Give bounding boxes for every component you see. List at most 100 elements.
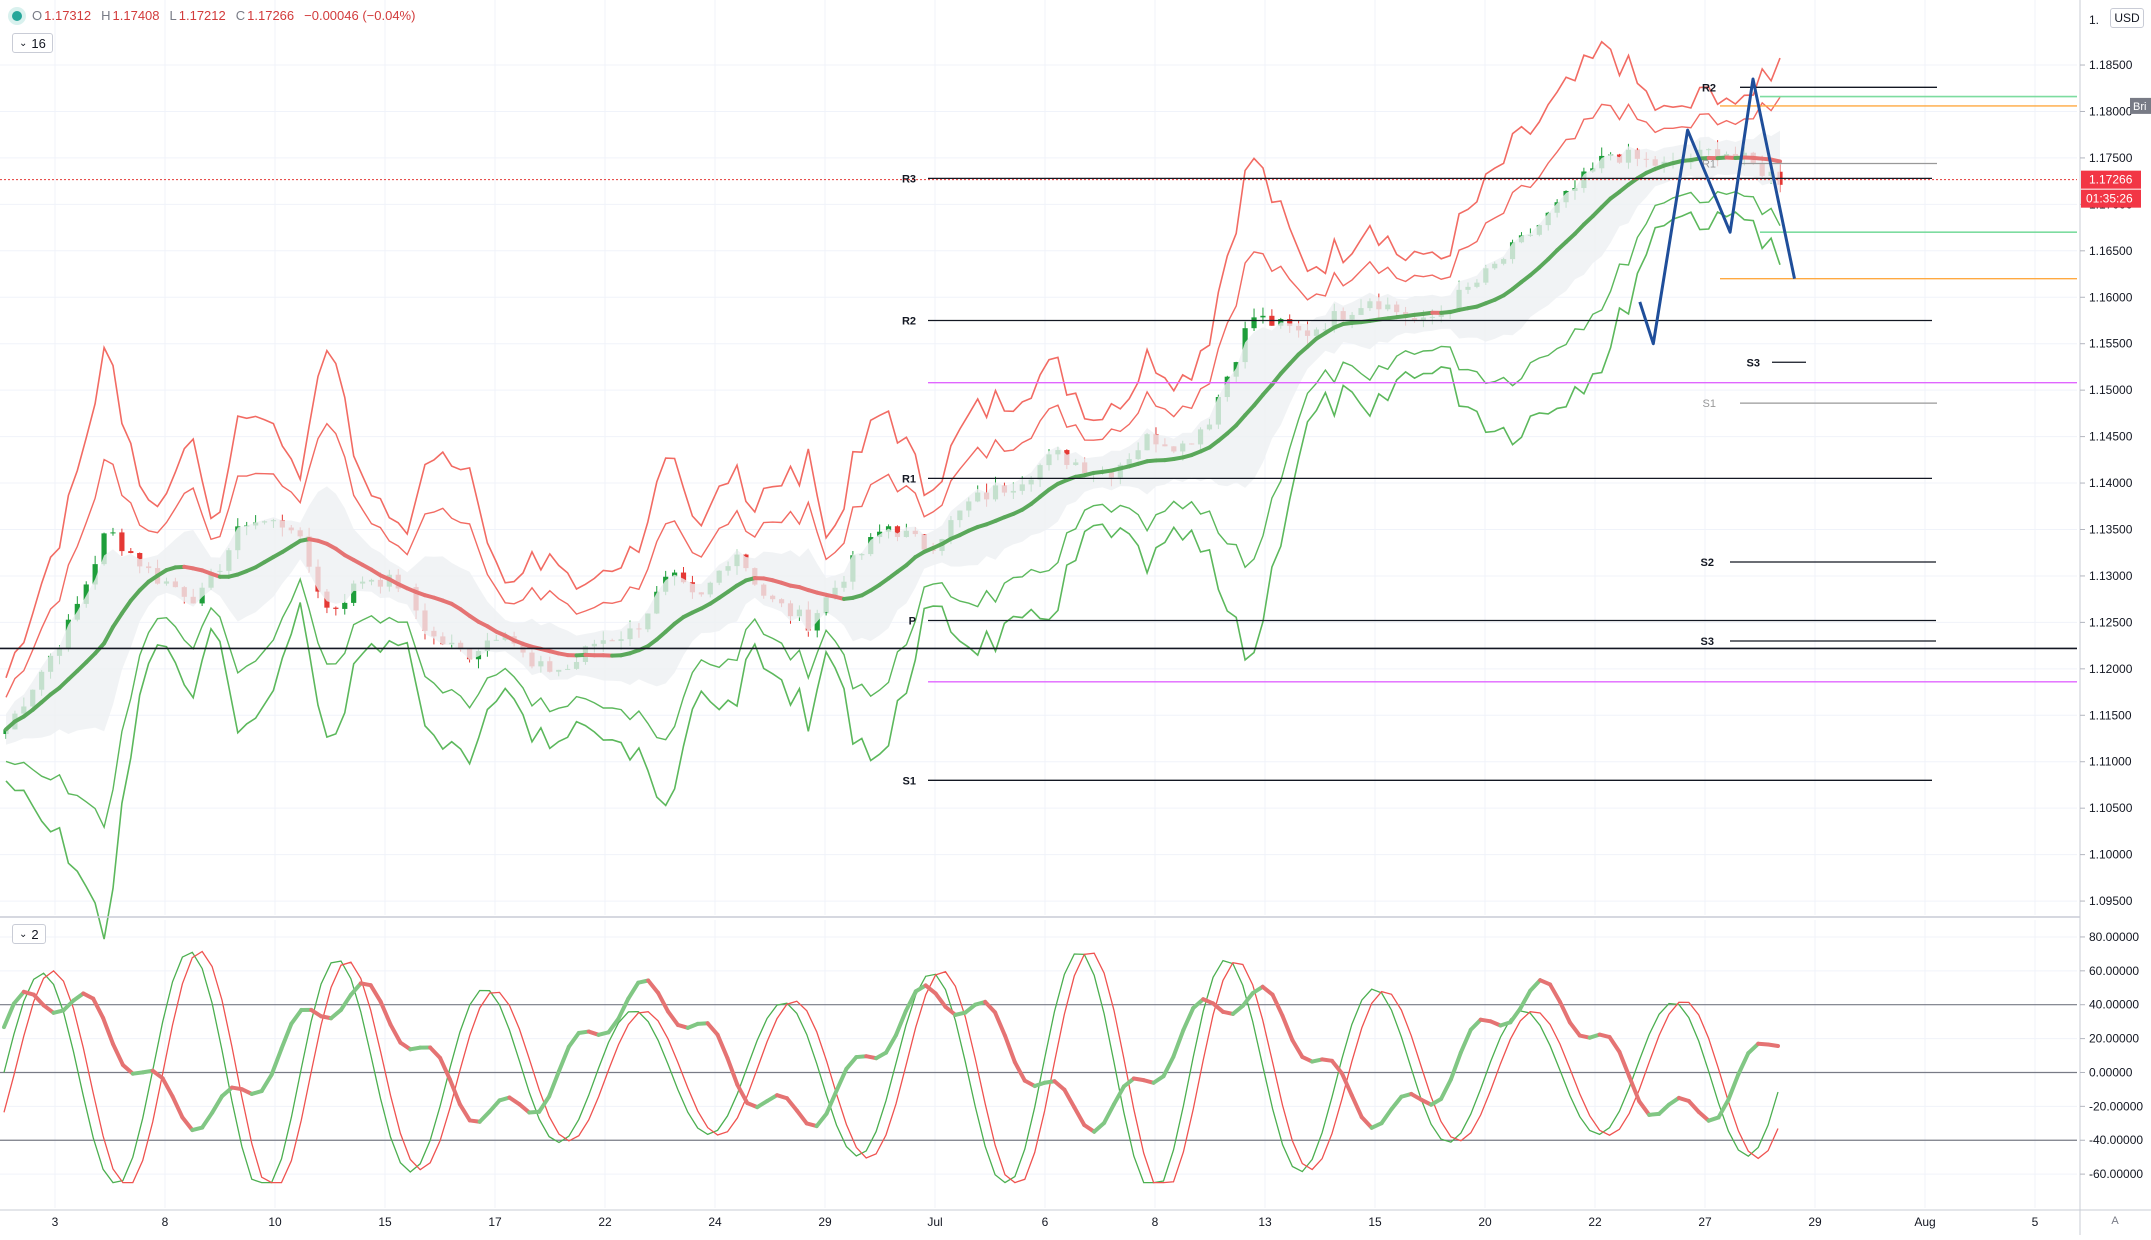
momentum-line <box>341 995 351 1010</box>
price-tick-label: 1.13000 <box>2089 569 2133 583</box>
momentum-line <box>1362 1117 1372 1128</box>
momentum-line <box>281 1024 291 1049</box>
currency-button[interactable]: USD <box>2110 8 2144 28</box>
price-tick-label: 1.15000 <box>2089 383 2133 397</box>
momentum-line <box>4 1004 14 1027</box>
momentum-line <box>1629 1077 1639 1102</box>
ohlc-change: −0.00046 (−0.04%) <box>304 8 415 23</box>
momentum-line <box>440 1058 450 1080</box>
time-tick-label: 8 <box>1152 1215 1159 1229</box>
momentum-line <box>1451 1052 1461 1079</box>
candle-body <box>333 608 338 609</box>
ohlc-low: L1.17212 <box>170 8 226 23</box>
weekly-s1-label: S1 <box>1703 398 1716 410</box>
momentum-line <box>1530 980 1540 991</box>
chevron-down-icon: ⌄ <box>19 38 27 49</box>
osc-tick-label: 20.00000 <box>2089 1032 2139 1046</box>
momentum-line <box>1104 1104 1114 1123</box>
momentum-line <box>262 1075 272 1091</box>
ohlc-high: H1.17408 <box>101 8 159 23</box>
momentum-line <box>1738 1053 1748 1074</box>
momentum-line <box>1282 1016 1292 1040</box>
oscillator-pane-toggle[interactable]: ⌄ 2 <box>12 924 46 944</box>
time-tick-label: 13 <box>1258 1215 1272 1229</box>
time-tick-label: Jul <box>927 1215 942 1229</box>
time-tick-label: 15 <box>378 1215 392 1229</box>
osc-tick-label: -20.00000 <box>2089 1099 2143 1113</box>
momentum-line <box>727 1058 737 1085</box>
pivot-s3-label: S3 <box>1701 636 1714 648</box>
time-tick-label: 20 <box>1478 1215 1492 1229</box>
momentum-line <box>708 1023 718 1034</box>
market-status-icon[interactable] <box>12 11 22 21</box>
momentum-line <box>371 985 381 1001</box>
weekly-s3-label: S3 <box>1747 357 1760 369</box>
momentum-line <box>1015 1062 1025 1081</box>
osc-tick-label: 40.00000 <box>2089 998 2139 1012</box>
momentum-line <box>1183 1008 1193 1030</box>
basis-line <box>1771 160 1780 162</box>
time-tick-label: 22 <box>1588 1215 1602 1229</box>
auto-scale-button[interactable]: A <box>2105 1212 2125 1230</box>
pivot-p-label: P <box>909 616 916 628</box>
momentum-line <box>1550 984 1560 1001</box>
momentum-line <box>1441 1079 1451 1099</box>
price-tick-label: 1.09500 <box>2089 894 2133 908</box>
time-tick-label: 15 <box>1368 1215 1382 1229</box>
price-tick-label: 1.14000 <box>2089 476 2133 490</box>
momentum-line <box>480 1112 490 1122</box>
momentum-line <box>182 1117 192 1130</box>
momentum-line <box>628 983 638 999</box>
osc-tick-label: -40.00000 <box>2089 1133 2143 1147</box>
candle-body <box>1251 317 1256 328</box>
momentum-line <box>787 1098 797 1110</box>
momentum-line <box>212 1096 222 1113</box>
time-tick-label: 5 <box>2032 1215 2039 1229</box>
main-pane-indicators-toggle[interactable]: ⌄ 16 <box>12 33 53 53</box>
candle-body <box>1260 316 1265 318</box>
momentum-line <box>648 981 658 993</box>
price-tick-label: 1.12500 <box>2089 615 2133 629</box>
momentum-line <box>1074 1107 1084 1125</box>
chart-area[interactable]: R3R2R1PS1S2S3R2R1S3S11.185001.180001.175… <box>0 0 2151 1235</box>
momentum-line <box>113 1044 123 1065</box>
momentum-line <box>1292 1040 1302 1057</box>
drawing-tag-text: Bri <box>2133 101 2146 113</box>
ohlc-close: C1.17266 <box>236 8 294 23</box>
momentum-line <box>985 1002 995 1013</box>
momentum-line <box>658 993 668 1012</box>
momentum-line <box>1768 1045 1778 1046</box>
band-cloud <box>6 131 1780 745</box>
price-tick-label: 1.10000 <box>2089 848 2133 862</box>
momentum-line <box>995 1012 1005 1035</box>
price-tick-label: 1.15500 <box>2089 337 2133 351</box>
momentum-line <box>618 999 628 1019</box>
candle-body <box>342 603 347 609</box>
stoch-k-line <box>4 952 1778 1182</box>
time-tick-label: 3 <box>52 1215 59 1229</box>
momentum-line <box>163 1078 173 1096</box>
momentum-line <box>430 1047 440 1057</box>
momentum-line <box>1461 1030 1471 1053</box>
momentum-line <box>1173 1030 1183 1057</box>
price-tick-label: 1.11500 <box>2089 708 2132 722</box>
pivot-r2-label: R2 <box>902 315 916 327</box>
momentum-line <box>1382 1109 1392 1123</box>
price-chart-svg[interactable]: R3R2R1PS1S2S3R2R1S3S11.185001.180001.175… <box>0 0 2151 1235</box>
candle-body <box>119 532 124 551</box>
osc-tick-label: -60.00000 <box>2089 1167 2143 1181</box>
momentum-line <box>1164 1057 1174 1077</box>
price-tick-label: 1.12000 <box>2089 662 2133 676</box>
momentum-line <box>539 1097 549 1112</box>
momentum-line <box>1471 1020 1481 1030</box>
osc-tick-label: 80.00000 <box>2089 930 2139 944</box>
momentum-line <box>846 1057 856 1069</box>
price-tick-label: 1.11000 <box>2089 755 2132 769</box>
time-tick-label: 6 <box>1042 1215 1049 1229</box>
momentum-line <box>34 995 44 1006</box>
momentum-line <box>1391 1097 1401 1109</box>
ohlc-open: O1.17312 <box>32 8 91 23</box>
momentum-line <box>1510 1009 1520 1023</box>
momentum-line <box>202 1113 212 1128</box>
pivot-s2-label: S2 <box>1701 557 1714 569</box>
